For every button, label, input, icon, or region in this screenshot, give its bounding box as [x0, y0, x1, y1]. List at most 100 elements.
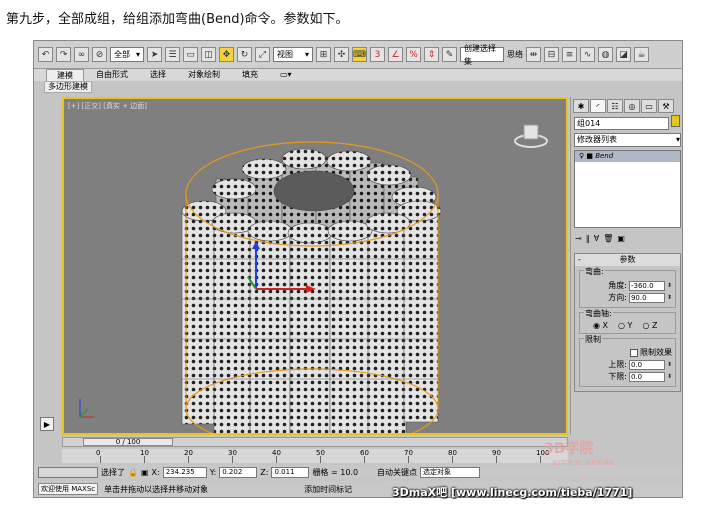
selection-filter-dropdown[interactable]: 全部 ▾: [110, 47, 144, 62]
perspective-viewport[interactable]: [+] [正交] [真实 + 边面]: [62, 97, 568, 435]
make-unique-icon[interactable]: ∀: [594, 234, 599, 243]
display-tab-icon[interactable]: ▭: [641, 99, 657, 113]
modifier-list-dropdown[interactable]: 修改器列表 ▾: [574, 133, 681, 147]
bulb-icon[interactable]: ♀ ■: [579, 152, 595, 160]
angle-snap-icon[interactable]: ∠: [388, 47, 403, 62]
keyboard-shortcut-icon[interactable]: ⌨: [352, 47, 367, 62]
timeline-tick: [276, 456, 277, 463]
timeline-tick: [232, 456, 233, 463]
x-coordinate-field[interactable]: 234.235: [162, 466, 207, 478]
select-scale-icon[interactable]: ⤢: [255, 47, 270, 62]
timeline-tick: [452, 456, 453, 463]
pivot-icon[interactable]: ⊞: [316, 47, 331, 62]
time-slider[interactable]: 0 / 100: [83, 438, 173, 446]
percent-snap-icon[interactable]: %: [406, 47, 421, 62]
angle-field[interactable]: -360.0: [628, 280, 665, 291]
axis-y-radio[interactable]: ○ Y: [618, 321, 632, 330]
axis-z-radio[interactable]: ○ Z: [642, 321, 657, 330]
listener-box[interactable]: [38, 466, 98, 478]
polygon-modeling-label[interactable]: 多边形建模: [44, 81, 92, 93]
timeline-tick: [408, 456, 409, 463]
unlink-icon[interactable]: ⊘: [92, 47, 107, 62]
render-icon[interactable]: ☕: [634, 47, 649, 62]
grid-size-label: 栅格 = 10.0: [312, 467, 359, 477]
select-by-name-icon[interactable]: ☰: [165, 47, 180, 62]
selected-objects-dropdown[interactable]: 选定对象: [420, 466, 481, 478]
named-selection-dropdown[interactable]: 创建选择集: [460, 44, 504, 66]
limits-group: 限制 限制效果 上限: 0.0 ⬍ 下限: 0.0 ⬍: [579, 334, 676, 387]
tab-modeling[interactable]: 建模: [46, 69, 84, 81]
undo-icon[interactable]: ↶: [38, 47, 53, 62]
track-bar[interactable]: 0 10 20 30 40 50 60 70 80 90 100: [62, 449, 568, 463]
window-crossing-icon[interactable]: ◫: [201, 47, 216, 62]
select-rotate-icon[interactable]: ↻: [237, 47, 252, 62]
bend-axis-group: 弯曲轴: ◉ X ○ Y ○ Z: [579, 308, 676, 334]
upper-limit-field[interactable]: 0.0: [628, 359, 665, 370]
lock-icon[interactable]: 🔒: [128, 468, 138, 477]
pin-stack-icon[interactable]: ⊸: [575, 234, 582, 243]
z-coordinate-field[interactable]: 0.011: [271, 466, 310, 478]
reference-coord-dropdown[interactable]: 视图 ▾: [273, 47, 313, 62]
play-icon[interactable]: ▶: [40, 417, 54, 431]
align-icon[interactable]: ⊟: [544, 47, 559, 62]
create-tab-icon[interactable]: ✱: [573, 99, 589, 113]
spinner-snap-icon[interactable]: ⇕: [424, 47, 439, 62]
prompt-text: 单击并拖动以选择并移动对象: [104, 484, 209, 494]
select-object-icon[interactable]: ➤: [147, 47, 162, 62]
status-bar: 选择了 🔒 ▣ X: 234.235 Y: 0.202 Z: 0.011 栅格 …: [34, 465, 682, 479]
spinner-icon[interactable]: ⬍: [667, 373, 672, 380]
redo-icon[interactable]: ↷: [56, 47, 71, 62]
bend-model-graphic[interactable]: [64, 99, 566, 433]
ribbon-options-icon[interactable]: ▭▾: [270, 69, 302, 81]
tab-freeform[interactable]: 自由形式: [86, 69, 138, 81]
hierarchy-tab-icon[interactable]: ☷: [607, 99, 623, 113]
manipulate-icon[interactable]: ✣: [334, 47, 349, 62]
rect-selection-icon[interactable]: ▭: [183, 47, 198, 62]
tab-selection[interactable]: 选择: [140, 69, 176, 81]
limit-effect-checkbox[interactable]: 限制效果: [583, 347, 672, 358]
max-window: ↶ ↷ ∞ ⊘ 全部 ▾ ➤ ☰ ▭ ◫ ✥ ↻ ⤢ 视图 ▾ ⊞ ✣ ⌨ 3 ∠ …: [33, 40, 683, 498]
direction-field[interactable]: 90.0: [628, 292, 665, 303]
stack-item-bend[interactable]: ♀ ■ Bend: [575, 151, 680, 162]
y-coordinate-field[interactable]: 0.202: [219, 466, 258, 478]
axis-x-radio[interactable]: ◉ X: [593, 321, 608, 330]
spinner-icon[interactable]: ⬍: [667, 282, 672, 289]
absolute-mode-icon[interactable]: ▣: [141, 468, 149, 477]
spinner-icon[interactable]: ⬍: [667, 361, 672, 368]
add-time-tag-button[interactable]: 添加时间标记: [304, 484, 352, 495]
chevron-down-icon: ▾: [135, 50, 140, 59]
utilities-tab-icon[interactable]: ⚒: [658, 99, 674, 113]
welcome-label[interactable]: 欢迎使用 MAXSc: [38, 483, 99, 495]
tab-populate[interactable]: 填充: [232, 69, 268, 81]
parameters-rollout: - 参数 弯曲: 角度: -360.0 ⬍ 方向: 90.0 ⬍ 弯曲轴: ◉ X: [574, 253, 681, 392]
object-color-swatch[interactable]: [671, 115, 680, 127]
caption-text: 第九步，全部成组，给组添加弯曲(Bend)命令。参数如下。: [6, 12, 349, 27]
viewcube-icon[interactable]: [514, 119, 548, 152]
timeline-tick: [188, 456, 189, 463]
auto-key-button[interactable]: 自动关键点: [377, 467, 417, 478]
motion-tab-icon[interactable]: ◎: [624, 99, 640, 113]
extra-label: 思络: [507, 50, 523, 59]
configure-sets-icon[interactable]: ▣: [617, 234, 625, 243]
tab-object-paint[interactable]: 对象绘制: [178, 69, 230, 81]
material-editor-icon[interactable]: ◍: [598, 47, 613, 62]
timeline-tick: [496, 456, 497, 463]
show-end-result-icon[interactable]: ‖: [586, 234, 590, 243]
select-move-icon[interactable]: ✥: [219, 47, 234, 62]
remove-modifier-icon[interactable]: 🗑: [603, 234, 613, 243]
timeline-tick: [364, 456, 365, 463]
object-name-field[interactable]: 组014: [574, 117, 669, 130]
modify-tab-icon[interactable]: ◜: [590, 99, 606, 113]
time-slider-track[interactable]: 0 / 100: [62, 437, 568, 447]
mirror-icon[interactable]: ⇹: [526, 47, 541, 62]
snap-toggle-icon[interactable]: 3: [370, 47, 385, 62]
curve-editor-icon[interactable]: ∿: [580, 47, 595, 62]
link-icon[interactable]: ∞: [74, 47, 89, 62]
parameters-rollout-header[interactable]: - 参数: [575, 254, 680, 266]
spinner-icon[interactable]: ⬍: [667, 294, 672, 301]
timeline-tick: [540, 456, 541, 463]
layer-icon[interactable]: ≡: [562, 47, 577, 62]
edit-named-selection-icon[interactable]: ✎: [442, 47, 457, 62]
render-setup-icon[interactable]: ◪: [616, 47, 631, 62]
lower-limit-field[interactable]: 0.0: [628, 371, 665, 382]
